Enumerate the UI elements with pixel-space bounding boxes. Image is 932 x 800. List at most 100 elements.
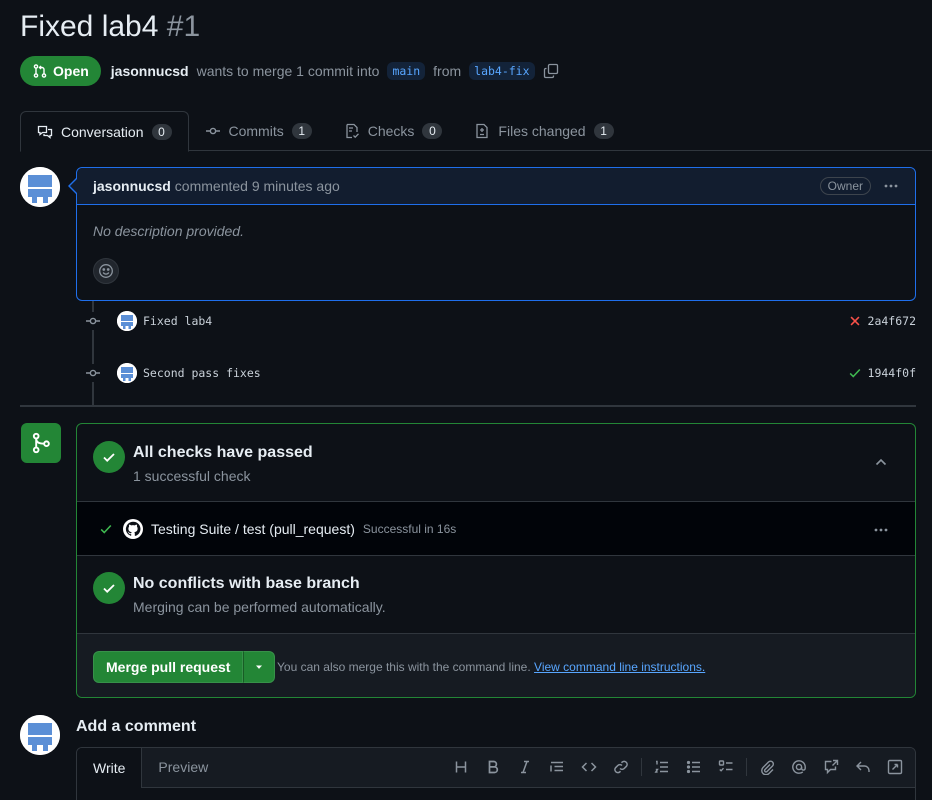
check-run-name[interactable]: Testing Suite / test (pull_request) — [151, 521, 355, 537]
check-circle-icon — [93, 441, 125, 473]
tab-label: Conversation — [61, 123, 144, 140]
comment-header: jasonnucsd commented 9 minutes ago Owner — [77, 168, 915, 205]
italic-icon[interactable] — [509, 751, 541, 783]
tab-counter: 1 — [291, 123, 312, 139]
tab-conversation[interactable]: Conversation 0 — [20, 111, 189, 152]
head-branch[interactable]: lab4-fix — [469, 62, 535, 80]
tab-files-changed[interactable]: Files changed 1 — [458, 111, 629, 151]
markdown-toolbar — [445, 748, 915, 787]
tasklist-icon[interactable] — [710, 751, 742, 783]
tab-label: Checks — [367, 123, 415, 139]
x-icon[interactable] — [848, 314, 862, 328]
comment-body: No description provided. — [93, 223, 244, 239]
owner-badge: Owner — [819, 177, 871, 195]
pr-number: #1 — [166, 10, 201, 43]
editor-header: Write Preview — [77, 748, 915, 788]
git-pull-request-icon — [33, 64, 47, 78]
code-icon[interactable] — [573, 751, 605, 783]
pr-meta: Open jasonnucsd wants to merge 1 commit … — [20, 56, 559, 86]
comment-notch-inner — [70, 179, 77, 193]
command-line-instructions-link[interactable]: View command line instructions. — [534, 660, 705, 674]
check-icon[interactable] — [848, 366, 862, 380]
tab-write[interactable]: Write — [77, 748, 143, 788]
pr-author-link[interactable]: jasonnucsd — [111, 63, 189, 79]
comment-author[interactable]: jasonnucsd — [93, 178, 171, 194]
merge-hint-text: You can also merge this with the command… — [277, 660, 531, 674]
checks-summary[interactable]: All checks have passed 1 successful chec… — [77, 424, 915, 502]
git-commit-icon — [84, 312, 102, 330]
merge-actions: Merge pull request You can also merge th… — [77, 634, 915, 697]
conflicts-title: No conflicts with base branch — [133, 575, 360, 592]
git-commit-icon — [84, 364, 102, 382]
commit-status: 1944f0f — [848, 366, 916, 380]
add-comment-title: Add a comment — [76, 718, 197, 735]
check-run-row: Testing Suite / test (pull_request) Succ… — [77, 502, 915, 556]
avatar[interactable] — [117, 363, 137, 383]
list-unordered-icon[interactable] — [678, 751, 710, 783]
conflicts-subtitle: Merging can be performed automatically. — [133, 599, 386, 615]
avatar[interactable] — [20, 715, 60, 755]
merge-text: wants to merge 1 commit into — [196, 63, 380, 79]
kebab-horizontal-icon[interactable] — [873, 522, 889, 541]
commit-sha[interactable]: 2a4f672 — [868, 314, 916, 328]
pr-description-comment: jasonnucsd commented 9 minutes ago Owner… — [76, 167, 916, 301]
commit-status: 2a4f672 — [848, 314, 916, 328]
reply-icon[interactable] — [847, 751, 879, 783]
comment-action[interactable]: commented 9 minutes ago — [175, 178, 340, 194]
tab-counter: 1 — [593, 123, 614, 139]
status-badge-label: Open — [53, 63, 89, 79]
file-diff-icon — [476, 123, 489, 139]
tab-preview[interactable]: Preview — [142, 748, 224, 787]
smiley-icon[interactable] — [93, 258, 119, 284]
github-icon — [123, 518, 143, 539]
tab-commits[interactable]: Commits 1 — [189, 111, 328, 151]
pr-title-text: Fixed lab4 — [20, 10, 159, 43]
tab-label: Files changed — [498, 123, 586, 139]
commit-sha[interactable]: 1944f0f — [868, 366, 916, 380]
pr-title: Fixed lab4 #1 — [20, 10, 200, 44]
merge-hint: You can also merge this with the command… — [277, 660, 705, 674]
check-icon — [100, 524, 112, 534]
avatar[interactable] — [117, 311, 137, 331]
git-commit-icon — [205, 127, 220, 135]
conflicts-section: No conflicts with base branch Merging ca… — [77, 556, 915, 634]
fullscreen-icon[interactable] — [879, 751, 911, 783]
list-item: Second pass fixes 1944f0f — [84, 362, 916, 384]
base-branch[interactable]: main — [387, 62, 426, 80]
check-run-time: Successful in 16s — [362, 521, 457, 536]
cross-reference-icon[interactable] — [815, 751, 847, 783]
toolbar-separator — [641, 758, 642, 776]
list-item: Fixed lab4 2a4f672 — [84, 310, 916, 332]
triangle-down-icon[interactable] — [243, 651, 276, 683]
pr-tabs: Conversation 0 Commits 1 Checks 0 Files … — [20, 111, 932, 152]
commit-message-link[interactable]: Second pass fixes — [143, 366, 261, 380]
link-icon[interactable] — [605, 751, 637, 783]
tab-counter: 0 — [422, 123, 443, 139]
bold-icon[interactable] — [477, 751, 509, 783]
merge-box: All checks have passed 1 successful chec… — [76, 423, 916, 698]
tab-counter: 0 — [151, 123, 172, 140]
comment-editor: Write Preview — [76, 747, 916, 800]
git-merge-icon — [21, 423, 61, 463]
kebab-horizontal-icon[interactable] — [883, 178, 899, 194]
quote-icon[interactable] — [541, 751, 573, 783]
status-badge: Open — [20, 56, 101, 86]
toolbar-separator — [746, 758, 747, 776]
check-circle-icon — [93, 572, 125, 604]
mention-icon[interactable] — [783, 751, 815, 783]
timeline-divider — [20, 405, 916, 407]
chevron-up-icon[interactable] — [873, 454, 889, 473]
tab-label: Commits — [228, 123, 284, 139]
checklist-icon — [346, 123, 359, 139]
merge-pull-request-button[interactable]: Merge pull request — [93, 651, 244, 683]
commit-message-link[interactable]: Fixed lab4 — [143, 314, 212, 328]
comment-discussion-icon — [37, 125, 53, 139]
heading-icon[interactable] — [445, 751, 477, 783]
merge-button-group: Merge pull request — [93, 651, 276, 683]
copy-icon[interactable] — [543, 63, 559, 79]
tab-checks[interactable]: Checks 0 — [328, 111, 459, 151]
checks-title: All checks have passed — [133, 444, 313, 461]
paperclip-icon[interactable] — [751, 751, 783, 783]
avatar[interactable] — [20, 167, 60, 207]
list-ordered-icon[interactable] — [646, 751, 678, 783]
